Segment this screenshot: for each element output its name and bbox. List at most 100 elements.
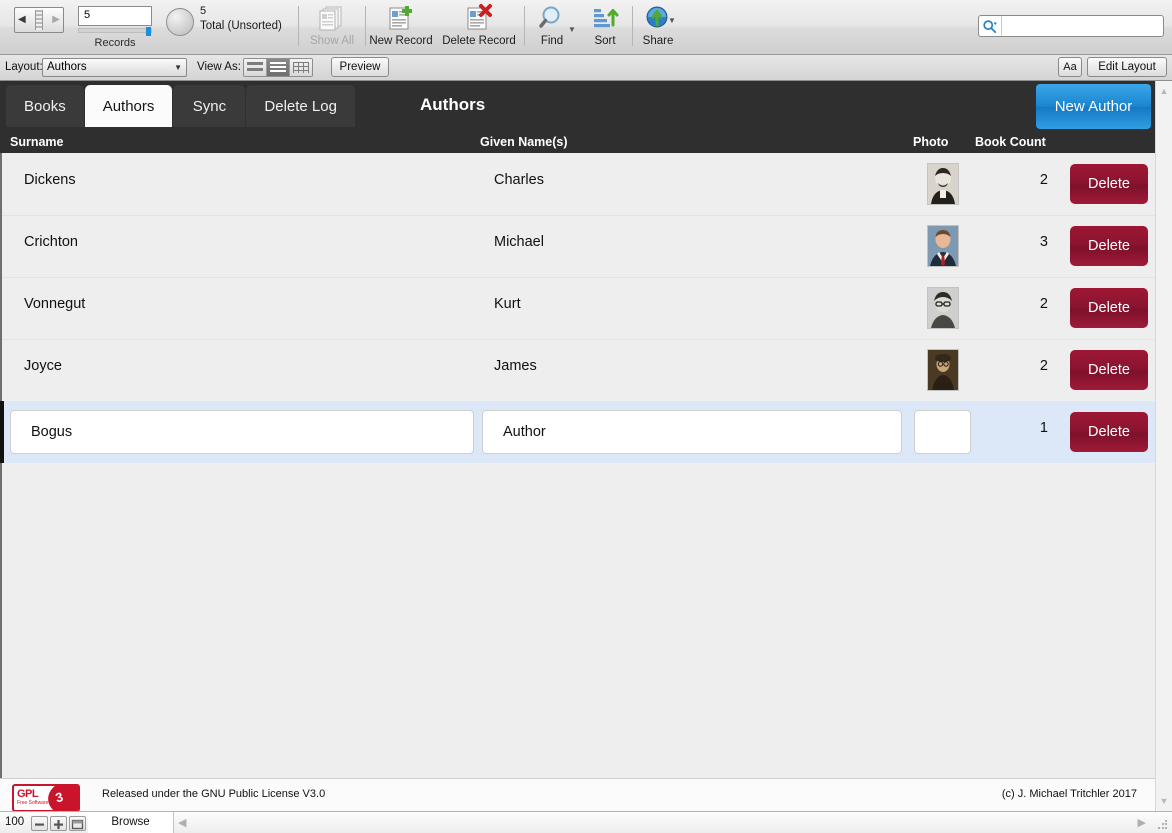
show-all-icon [303, 3, 361, 33]
view-as-label: View As: [197, 61, 241, 73]
cell-given-name: Michael [494, 234, 544, 250]
tab-books[interactable]: Books [6, 85, 84, 127]
view-as-form-button[interactable] [244, 59, 267, 76]
cell-given-name-input[interactable]: Author [482, 410, 902, 454]
layout-select-value: Authors [47, 61, 87, 73]
gpl-logo-primary: GPL [17, 788, 39, 800]
tab-sync[interactable]: Sync [173, 85, 246, 127]
current-record-input[interactable]: 5 [78, 6, 152, 26]
cell-photo[interactable] [927, 287, 959, 329]
column-header-surname: Surname [10, 135, 64, 149]
book-spine-icon [35, 10, 43, 30]
author-portrait-vonnegut-icon [928, 288, 958, 328]
toolbar-divider-2 [365, 6, 366, 46]
record-slider[interactable] [78, 27, 152, 36]
zoom-level-label: 100 [5, 816, 25, 828]
table-row[interactable]: Joyce James 2 Delete [2, 339, 1155, 402]
table-row[interactable]: Dickens Charles 2 Delete [2, 153, 1155, 216]
delete-record-icon [438, 3, 520, 33]
preview-button[interactable]: Preview [331, 57, 389, 77]
cell-surname-input[interactable]: Bogus [10, 410, 474, 454]
delete-button[interactable]: Delete [1070, 288, 1148, 328]
next-record-icon[interactable]: ▶ [49, 15, 63, 25]
find-chevron-down-icon[interactable]: ▼ [568, 25, 576, 34]
previous-record-icon[interactable]: ◀ [15, 15, 29, 25]
toggle-status-toolbar-button[interactable] [69, 816, 86, 831]
table-row[interactable]: Crichton Michael 3 Delete [2, 215, 1155, 278]
layout-select[interactable]: Authors ▼ [42, 58, 187, 77]
gpl-logo-secondary: Free Software [17, 800, 49, 806]
show-all-button[interactable]: Show All [303, 3, 361, 47]
sort-button[interactable]: Sort [582, 3, 628, 47]
cell-surname: Dickens [24, 172, 76, 188]
delete-button[interactable]: Delete [1070, 412, 1148, 452]
scroll-left-icon[interactable]: ◀ [178, 816, 186, 829]
resize-grip[interactable] [1157, 819, 1169, 831]
layout-bar: Layout: Authors ▼ View As: Preview Aa Ed… [0, 55, 1172, 81]
cell-photo-input[interactable] [914, 410, 971, 454]
cell-book-count: 3 [1039, 234, 1048, 250]
new-record-button[interactable]: New Record [368, 3, 434, 47]
view-as-list-button[interactable] [267, 59, 290, 76]
tab-delete-log[interactable]: Delete Log [246, 85, 355, 127]
zoom-in-button[interactable] [50, 816, 67, 831]
view-as-table-button[interactable] [290, 59, 312, 76]
sort-label: Sort [594, 35, 616, 47]
cell-surname: Joyce [24, 358, 62, 374]
new-author-button[interactable]: New Author [1036, 84, 1151, 129]
status-bar: 100 Browse ◀ ▶ [0, 811, 1172, 833]
scroll-right-icon[interactable]: ▶ [1138, 816, 1146, 829]
author-portrait-crichton-icon [928, 226, 958, 266]
main-toolbar: ◀ ▶ 5 Records 5 Total (Unsorted) Show Al… [0, 0, 1172, 55]
table-row-active[interactable]: Bogus Author 1 Delete [0, 401, 1155, 463]
layout-header: Books Authors Sync Delete Log Authors Ne… [0, 81, 1155, 131]
scroll-up-icon[interactable]: ▲ [1156, 83, 1172, 99]
cell-surname: Crichton [24, 234, 78, 250]
record-list: Dickens Charles 2 Delete Crichton Michae… [0, 153, 1155, 778]
page-title: Authors [420, 95, 486, 114]
cell-photo[interactable] [927, 225, 959, 267]
cell-photo[interactable] [927, 349, 959, 391]
records-label: Records [94, 37, 136, 49]
layout-label: Layout: [5, 61, 43, 73]
record-navigation-book[interactable]: ◀ ▶ [14, 7, 64, 33]
cell-given-name: James [494, 358, 537, 374]
edit-layout-button[interactable]: Edit Layout [1087, 57, 1167, 77]
license-text: Released under the GNU Public License V3… [102, 788, 326, 800]
delete-button[interactable]: Delete [1070, 164, 1148, 204]
cell-book-count: 1 [1039, 420, 1048, 436]
filemaker-window: ◀ ▶ 5 Records 5 Total (Unsorted) Show Al… [0, 0, 1172, 833]
cell-given-name: Charles [494, 172, 544, 188]
column-header-given-name: Given Name(s) [480, 135, 568, 149]
copyright-text: (c) J. Michael Tritchler 2017 [1001, 788, 1137, 800]
share-label: Share [642, 35, 674, 47]
cell-photo[interactable] [927, 163, 959, 205]
view-as-toggle-group [243, 58, 313, 77]
mode-selector[interactable]: Browse [88, 812, 174, 833]
cell-book-count: 2 [1039, 172, 1048, 188]
delete-button[interactable]: Delete [1070, 350, 1148, 390]
search-icon[interactable] [979, 16, 1002, 36]
tab-authors[interactable]: Authors [84, 85, 173, 127]
record-slider-thumb[interactable] [146, 27, 151, 36]
text-formatting-button[interactable]: Aa [1058, 57, 1082, 77]
found-set-pie-icon[interactable] [166, 8, 194, 36]
find-label: Find [540, 35, 564, 47]
column-header-photo: Photo [913, 135, 949, 149]
quick-find-search[interactable] [978, 15, 1164, 37]
share-chevron-down-icon[interactable]: ▼ [668, 16, 676, 25]
scroll-down-icon[interactable]: ▼ [1156, 793, 1172, 809]
cell-surname: Vonnegut [24, 296, 86, 312]
search-input[interactable] [1002, 18, 1163, 34]
zoom-out-button[interactable] [31, 816, 48, 831]
delete-record-button[interactable]: Delete Record [438, 3, 520, 47]
delete-button[interactable]: Delete [1070, 226, 1148, 266]
share-button[interactable]: Share [636, 3, 680, 47]
table-row[interactable]: Vonnegut Kurt 2 Delete [2, 277, 1155, 340]
tab-bar: Books Authors Sync Delete Log [6, 85, 355, 127]
record-edit-indicator [0, 401, 4, 463]
vertical-scrollbar[interactable]: ▲ ▼ [1155, 81, 1172, 811]
cell-book-count: 2 [1039, 296, 1048, 312]
sort-icon [582, 3, 628, 33]
toolbar-divider-3 [524, 6, 525, 46]
